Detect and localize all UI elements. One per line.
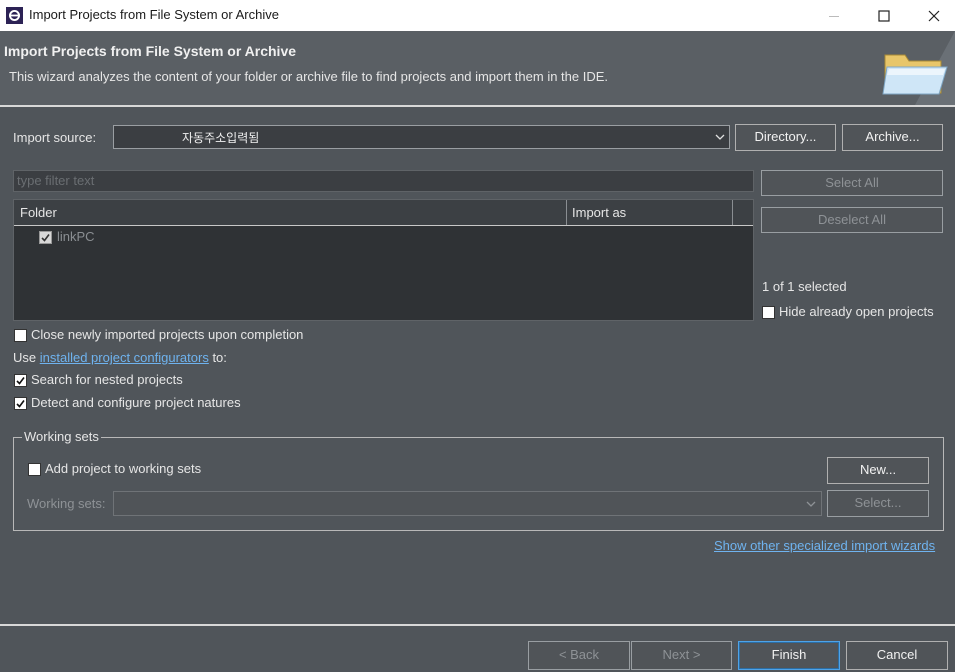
- chevron-down-icon: [711, 126, 729, 148]
- import-source-value: 자동주소입력됨: [182, 131, 260, 145]
- close-window-button[interactable]: [911, 0, 955, 31]
- archive-button[interactable]: Archive...: [842, 124, 943, 151]
- title-bar: Import Projects from File System or Arch…: [0, 0, 955, 31]
- folder-icon: [875, 31, 955, 105]
- archive-button-label: Archive...: [865, 129, 920, 144]
- working-sets-combo[interactable]: [113, 491, 822, 516]
- working-sets-group: Working sets: [13, 429, 944, 531]
- eclipse-app-icon: [6, 7, 23, 24]
- import-source-combo[interactable]: 자동주소입력됨: [113, 125, 730, 149]
- maximize-icon: [878, 9, 890, 22]
- hide-open-projects-checkbox[interactable]: [762, 306, 775, 319]
- nested-projects-checkbox[interactable]: [14, 374, 27, 387]
- project-natures-label[interactable]: Detect and configure project natures: [31, 395, 241, 410]
- back-button[interactable]: < Back: [528, 641, 630, 670]
- other-import-wizards-link[interactable]: Show other specialized import wizards: [714, 538, 935, 553]
- working-sets-label: Working sets:: [27, 496, 106, 511]
- row-checkbox[interactable]: [39, 231, 52, 244]
- import-source-label: Import source:: [13, 130, 97, 145]
- select-all-button[interactable]: Select All: [761, 170, 943, 196]
- hide-open-projects-label[interactable]: Hide already open projects: [779, 304, 934, 319]
- project-natures-checkbox[interactable]: [14, 397, 27, 410]
- close-icon: [928, 10, 940, 22]
- close-imported-checkbox[interactable]: [14, 329, 27, 342]
- row-folder-name: linkPC: [57, 229, 95, 244]
- select-all-label: Select All: [825, 175, 879, 190]
- header-separator: [0, 105, 955, 107]
- close-imported-label[interactable]: Close newly imported projects upon compl…: [31, 327, 303, 342]
- finish-button[interactable]: Finish: [738, 641, 840, 670]
- column-header-folder[interactable]: Folder: [20, 205, 57, 220]
- add-to-working-sets-checkbox[interactable]: [28, 463, 41, 476]
- column-header-import-as[interactable]: Import as: [572, 205, 626, 220]
- maximize-button[interactable]: [861, 0, 907, 31]
- cancel-button-label: Cancel: [876, 647, 918, 662]
- use-suffix: to:: [208, 350, 227, 365]
- configurators-link[interactable]: installed project configurators: [40, 350, 209, 365]
- column-divider[interactable]: [732, 200, 733, 225]
- projects-table: Folder Import as linkPC: [13, 199, 754, 321]
- use-prefix: Use: [13, 350, 40, 365]
- next-button-label: Next >: [662, 647, 701, 662]
- directory-button[interactable]: Directory...: [735, 124, 836, 151]
- new-button-label: New...: [859, 462, 897, 477]
- new-working-set-button[interactable]: New...: [827, 457, 929, 484]
- select-button-label: Select...: [854, 495, 902, 510]
- cancel-button[interactable]: Cancel: [846, 641, 948, 670]
- deselect-all-button[interactable]: Deselect All: [761, 207, 943, 233]
- chevron-down-icon: [801, 492, 821, 515]
- filter-input[interactable]: type filter text: [13, 170, 754, 192]
- selected-count: 1 of 1 selected: [762, 279, 847, 294]
- footer-separator: [0, 624, 955, 626]
- finish-button-label: Finish: [771, 647, 807, 662]
- directory-button-label: Directory...: [754, 129, 817, 144]
- minimize-button[interactable]: [811, 0, 857, 31]
- wizard-header: Import Projects from File System or Arch…: [0, 31, 955, 105]
- configurators-text: Use installed project configurators to:: [13, 350, 227, 365]
- wizard-description: This wizard analyzes the content of your…: [9, 69, 609, 84]
- column-divider[interactable]: [566, 200, 567, 225]
- add-to-working-sets-label[interactable]: Add project to working sets: [45, 461, 201, 476]
- minimize-icon: [828, 10, 840, 22]
- next-button[interactable]: Next >: [631, 641, 732, 670]
- nested-projects-label[interactable]: Search for nested projects: [31, 372, 183, 387]
- back-button-label: < Back: [558, 647, 600, 662]
- select-working-set-button[interactable]: Select...: [827, 490, 929, 517]
- table-header: Folder Import as: [14, 200, 753, 226]
- wizard-title: Import Projects from File System or Arch…: [4, 43, 297, 59]
- working-sets-group-title: Working sets: [22, 429, 101, 444]
- window-title: Import Projects from File System or Arch…: [29, 7, 279, 22]
- deselect-all-label: Deselect All: [818, 212, 886, 227]
